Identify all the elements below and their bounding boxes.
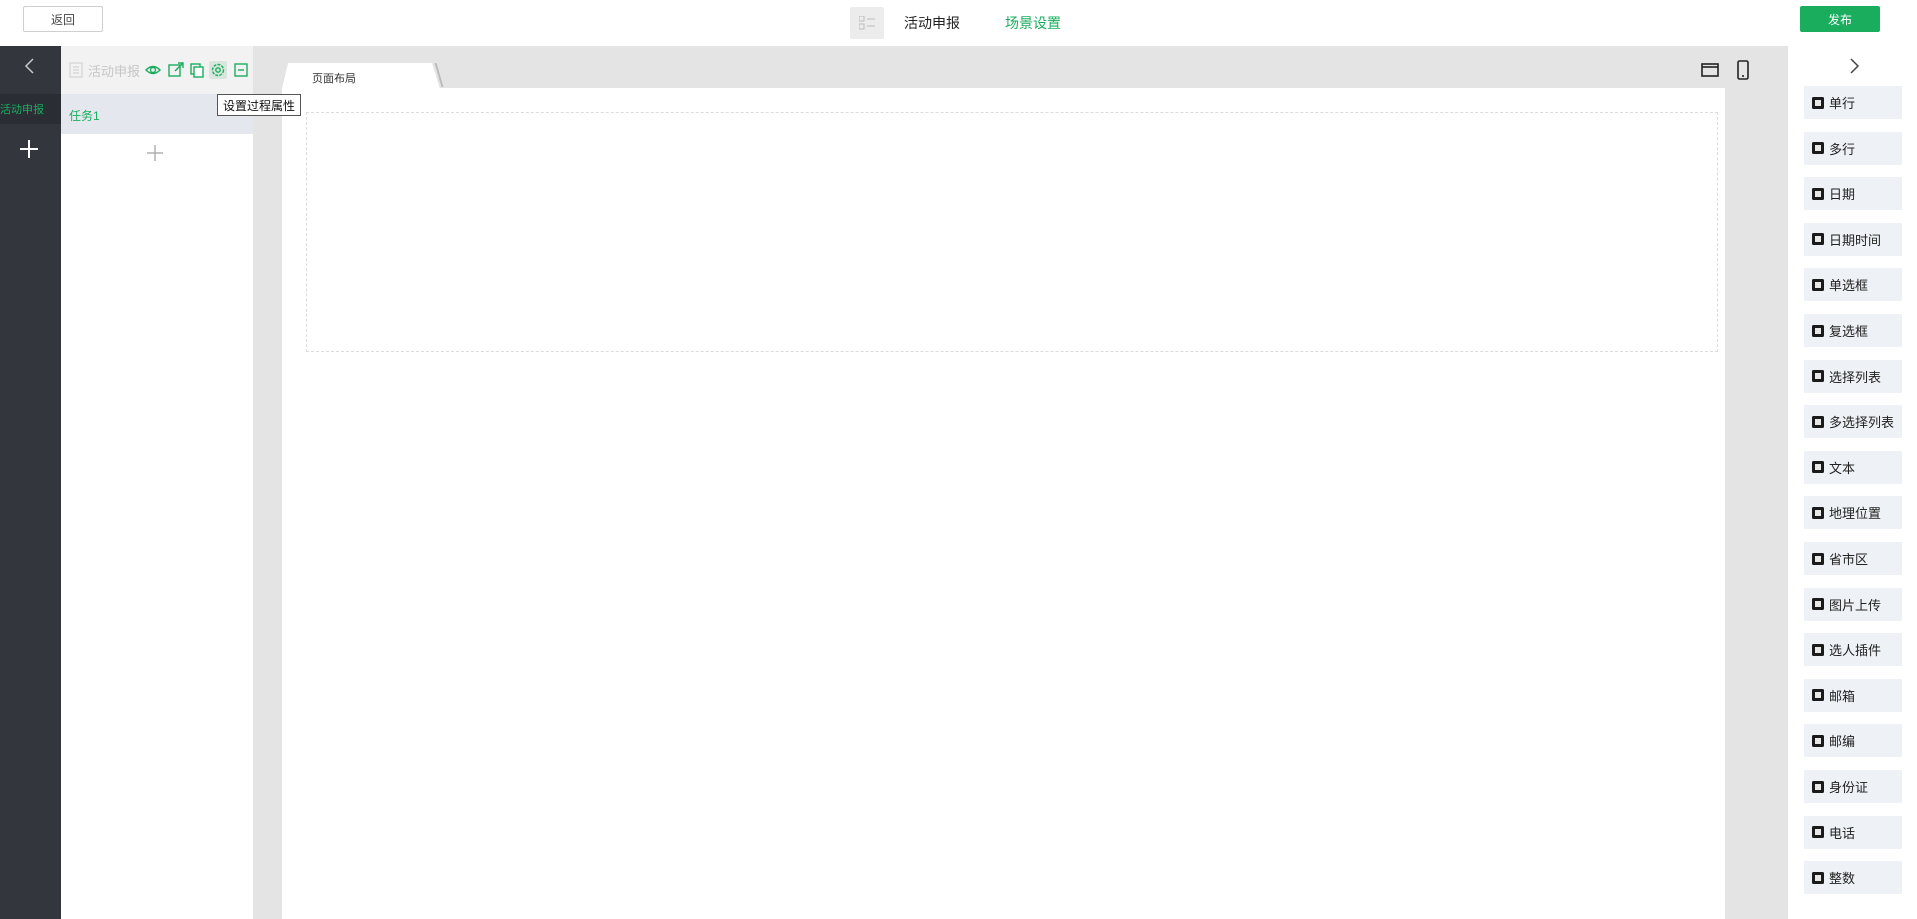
gear-icon[interactable]	[209, 61, 227, 79]
component-label: 选人插件	[1829, 643, 1882, 659]
mail-icon	[1811, 688, 1825, 702]
eye-icon[interactable]	[144, 61, 162, 79]
calendar-icon	[1811, 187, 1825, 201]
publish-button[interactable]: 发布	[1800, 6, 1880, 32]
component-item[interactable]: 选人插件	[1804, 633, 1902, 667]
component-label: 单选框	[1829, 278, 1869, 294]
component-item[interactable]: 电话	[1804, 815, 1902, 849]
form-drop-zone[interactable]	[306, 112, 1718, 352]
multi-line-icon	[1811, 141, 1825, 155]
component-item[interactable]: 地理位置	[1804, 496, 1902, 530]
minus-square-icon[interactable]	[232, 61, 250, 79]
person-picker-icon	[1811, 643, 1825, 657]
map-icon	[1811, 552, 1825, 566]
external-link-icon[interactable]	[167, 61, 185, 79]
component-item[interactable]: 多选择列表	[1804, 405, 1902, 439]
component-label: 整数	[1829, 871, 1856, 887]
left-sidebar: 活动申报	[0, 46, 61, 919]
top-bar: 返回 活动申报 场景设置 发布	[0, 0, 1917, 46]
component-item[interactable]: 邮箱	[1804, 678, 1902, 712]
desktop-view-icon[interactable]	[1700, 60, 1720, 80]
single-line-icon	[1811, 96, 1825, 110]
component-item[interactable]: 图片上传	[1804, 587, 1902, 621]
center-nav: 活动申报 场景设置	[850, 7, 1061, 39]
mobile-view-icon[interactable]	[1733, 60, 1753, 80]
component-label: 地理位置	[1829, 506, 1882, 522]
component-label: 多行	[1829, 141, 1856, 157]
component-label: 日期	[1829, 187, 1856, 203]
panel-title: 活动申报	[88, 64, 141, 79]
collapse-chevron-icon[interactable]	[20, 56, 40, 76]
component-item[interactable]: 日期	[1804, 177, 1902, 211]
component-item[interactable]: 单选框	[1804, 268, 1902, 302]
checkbox-icon	[1811, 324, 1825, 338]
component-item[interactable]: 复选框	[1804, 314, 1902, 347]
add-task-icon[interactable]	[146, 144, 164, 162]
edit-icon	[1811, 460, 1825, 474]
list-icon	[1811, 415, 1825, 429]
document-icon	[69, 62, 83, 78]
postcode-icon	[1811, 734, 1825, 748]
component-item[interactable]: 文本	[1804, 450, 1902, 484]
component-label: 图片上传	[1829, 597, 1882, 613]
calendar-clock-icon	[1811, 232, 1825, 246]
add-icon[interactable]	[18, 138, 40, 160]
component-item[interactable]: 整数	[1804, 861, 1902, 895]
component-label: 邮箱	[1829, 688, 1856, 704]
component-label: 邮编	[1829, 734, 1856, 750]
component-label: 身份证	[1829, 780, 1869, 795]
component-item[interactable]: 单行	[1804, 86, 1902, 119]
tooltip: 设置过程属性	[217, 94, 302, 116]
component-item[interactable]: 省市区	[1804, 542, 1902, 575]
component-item[interactable]: 身份证	[1804, 770, 1902, 803]
tab-page-layout[interactable]: 页面布局	[282, 63, 440, 89]
expand-chevron-icon[interactable]	[1844, 56, 1864, 76]
grid-icon	[1811, 369, 1825, 383]
panel-header: 活动申报	[61, 46, 253, 94]
phone-icon	[1811, 825, 1825, 839]
component-label: 复选框	[1829, 324, 1869, 339]
image-upload-icon	[1811, 597, 1825, 611]
location-icon	[1811, 506, 1825, 520]
tab-label: 页面布局	[312, 73, 356, 85]
component-item[interactable]: 邮编	[1804, 724, 1902, 758]
id-card-icon	[1811, 780, 1825, 794]
sidebar-item-label: 活动申报	[0, 104, 44, 116]
component-item[interactable]: 选择列表	[1804, 359, 1902, 393]
component-label: 多选择列表	[1829, 415, 1895, 431]
component-label: 日期时间	[1829, 232, 1882, 248]
component-item[interactable]: 日期时间	[1804, 222, 1902, 256]
component-label: 单行	[1829, 96, 1856, 111]
sidebar-item-activity[interactable]: 活动申报	[0, 94, 61, 124]
process-panel: 活动申报 任务1	[61, 46, 253, 919]
copy-icon[interactable]	[188, 61, 206, 79]
task-label: 任务1	[69, 109, 100, 123]
component-label: 选择列表	[1829, 369, 1882, 385]
component-label: 省市区	[1829, 552, 1869, 567]
radio-icon	[1811, 278, 1825, 292]
component-label: 文本	[1829, 460, 1856, 476]
scene-settings-link[interactable]: 场景设置	[1005, 13, 1061, 33]
component-item[interactable]: 多行	[1804, 131, 1902, 165]
back-button[interactable]: 返回	[23, 6, 103, 32]
app-title[interactable]: 活动申报	[904, 13, 960, 33]
number-icon	[1811, 871, 1825, 885]
app-switch-icon[interactable]	[850, 7, 884, 39]
component-label: 电话	[1829, 825, 1856, 841]
